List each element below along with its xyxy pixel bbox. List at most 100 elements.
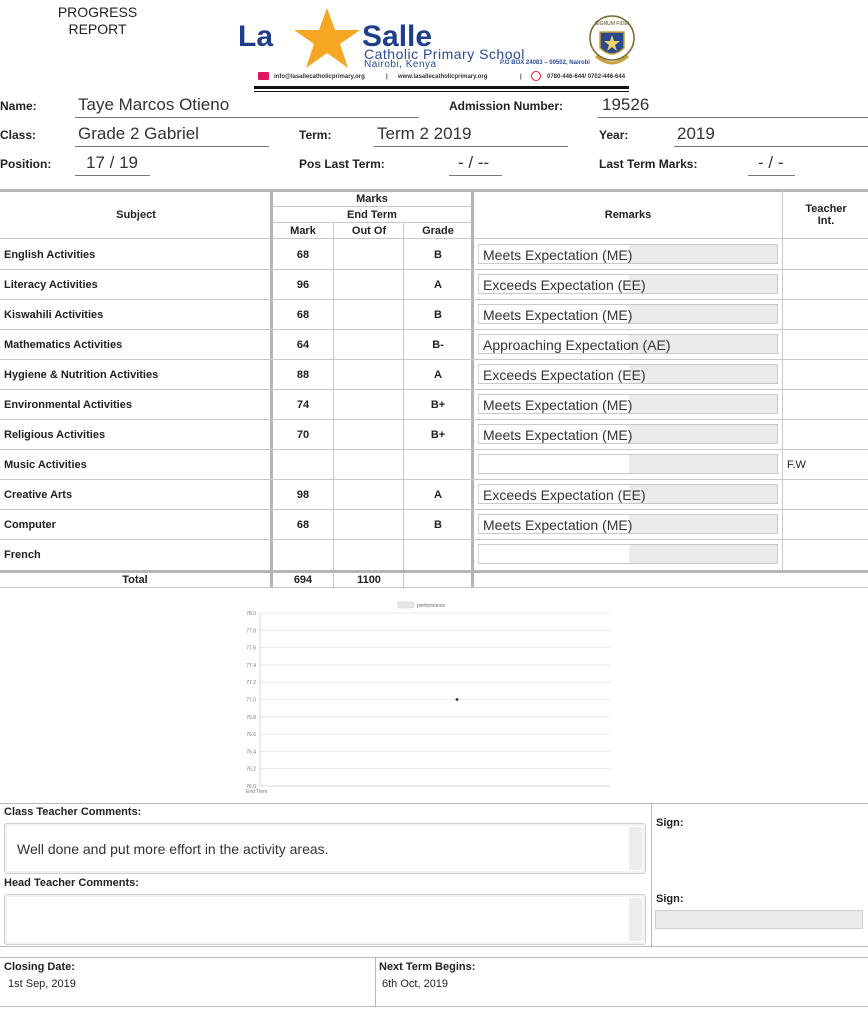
table-top-border	[0, 189, 868, 192]
mark-cell: 68	[296, 519, 310, 531]
comments-divider	[651, 804, 652, 947]
subject-name: Mathematics Activities	[4, 339, 123, 351]
remark-text: Exceeds Expectation (EE)	[483, 487, 646, 503]
remark-text: Meets Expectation (ME)	[483, 427, 633, 443]
row-divider	[0, 389, 868, 390]
subject-name: Music Activities	[4, 459, 87, 471]
header-rule	[254, 86, 629, 89]
remark-field[interactable]: Approaching Expectation (AE)	[478, 334, 778, 354]
marks-header: Marks	[356, 193, 388, 205]
remark-field[interactable]: Exceeds Expectation (EE)	[478, 274, 778, 294]
teacher-int-header: Teacher Int.	[805, 203, 847, 227]
term-underline	[374, 146, 568, 147]
grade-cell: A	[434, 369, 442, 381]
mark-header: Mark	[290, 225, 316, 237]
head-teacher-sign-label: Sign:	[656, 893, 684, 905]
comments-top-border	[0, 803, 868, 804]
logo-phone: 0780-446-644/ 0702-446-644	[547, 74, 626, 80]
last-term-marks-label: Last Term Marks:	[599, 157, 698, 171]
row-divider	[0, 479, 868, 480]
dates-divider	[375, 958, 376, 1006]
mark-cell: 74	[296, 399, 310, 411]
class-label: Class:	[0, 128, 37, 142]
performance-chart: performance 78.0 77.8 77.6 77.4 77.2 77.0 76.8 7…	[246, 601, 610, 795]
closing-date: 1st Sep, 2019	[8, 978, 76, 990]
position-label: Position:	[0, 157, 52, 171]
header-rule-thin	[254, 91, 629, 92]
remark-text: Meets Expectation (ME)	[483, 517, 633, 533]
grade-cell: B	[434, 309, 442, 321]
y-tick-label: 76.2	[246, 767, 256, 773]
admission-label: Admission Number:	[449, 99, 564, 113]
remark-field[interactable]: Exceeds Expectation (EE)	[478, 364, 778, 384]
subject-name: French	[4, 549, 41, 561]
table-bottom-border	[0, 587, 868, 588]
star-icon	[294, 8, 360, 68]
y-tick-label: 77.8	[246, 628, 256, 634]
remark-text: Meets Expectation (ME)	[483, 307, 633, 323]
remark-field[interactable]	[478, 454, 778, 474]
class-teacher-sign-label: Sign:	[656, 817, 684, 829]
mark-cell: 88	[296, 369, 310, 381]
year-label: Year:	[599, 128, 629, 142]
remark-field[interactable]: Exceeds Expectation (EE)	[478, 484, 778, 504]
pos-last-term-label: Pos Last Term:	[299, 157, 385, 171]
grade-header: Grade	[422, 225, 454, 237]
student-term: Term 2 2019	[377, 124, 472, 143]
mail-icon	[258, 72, 269, 80]
class-teacher-comment-box[interactable]: Well done and put more effort in the act…	[4, 823, 646, 874]
remark-text: Meets Expectation (ME)	[483, 397, 633, 413]
subject-header: Subject	[116, 209, 156, 221]
report-title: PROGRESS REPORT	[30, 4, 165, 38]
dates-bottom-border	[0, 1006, 868, 1007]
remark-field[interactable]: Meets Expectation (ME)	[478, 514, 778, 534]
remark-field-fill	[479, 545, 629, 563]
remark-text: Meets Expectation (ME)	[483, 247, 633, 263]
logo-city: Nairobi, Kenya	[364, 59, 437, 70]
name-underline	[75, 117, 419, 118]
subject-name: Environmental Activities	[4, 399, 132, 411]
data-point	[455, 698, 459, 701]
row-divider	[0, 539, 868, 540]
outof-col-border	[403, 222, 404, 588]
student-year: 2019	[677, 124, 715, 143]
comment-scrollbar[interactable]	[629, 898, 642, 941]
row-divider	[0, 299, 868, 300]
comment-scrollbar[interactable]	[629, 827, 642, 870]
remark-field[interactable]: Meets Expectation (ME)	[478, 394, 778, 414]
subject-name: Religious Activities	[4, 429, 106, 441]
dates-top-border	[0, 946, 868, 947]
remarks-header: Remarks	[604, 209, 652, 221]
mark-cell: 70	[296, 429, 310, 441]
logo-email: info@lasallecatholicprimary.org	[274, 74, 365, 80]
dates-top-border-2	[0, 957, 868, 958]
remark-field-fill	[479, 455, 629, 473]
head-teacher-sign-box[interactable]	[655, 910, 863, 929]
y-tick-label: 76.8	[246, 715, 256, 721]
next-term-label: Next Term Begins:	[379, 961, 476, 973]
logo-po-box: P.O BOX 24083 – 00502, Nairobi	[500, 60, 590, 66]
remark-field[interactable]: Meets Expectation (ME)	[478, 244, 778, 264]
grade-cell: A	[434, 279, 442, 291]
class-teacher-label: Class Teacher Comments:	[4, 806, 142, 818]
row-divider	[0, 359, 868, 360]
class-teacher-comment: Well done and put more effort in the act…	[17, 841, 329, 857]
next-term-date: 6th Oct, 2019	[382, 978, 449, 990]
mark-cell: 68	[296, 249, 310, 261]
grade-cell: B-	[432, 339, 444, 351]
student-name: Taye Marcos Otieno	[78, 95, 230, 114]
head-teacher-label: Head Teacher Comments:	[4, 877, 139, 889]
header-bottom-border	[0, 238, 868, 239]
year-underline	[674, 146, 868, 147]
remark-field[interactable]: Meets Expectation (ME)	[478, 304, 778, 324]
remark-field[interactable]: Meets Expectation (ME)	[478, 424, 778, 444]
pos-last-term: - / --	[458, 153, 490, 172]
remark-field[interactable]	[478, 544, 778, 564]
closing-date-label: Closing Date:	[4, 961, 75, 973]
mark-cell: 64	[296, 339, 310, 351]
y-tick-label: 77.4	[246, 663, 256, 669]
total-mark: 694	[293, 574, 313, 586]
y-tick-label: 77.2	[246, 680, 256, 686]
head-teacher-comment-box[interactable]	[4, 894, 646, 945]
out-of-header: Out Of	[351, 225, 387, 237]
